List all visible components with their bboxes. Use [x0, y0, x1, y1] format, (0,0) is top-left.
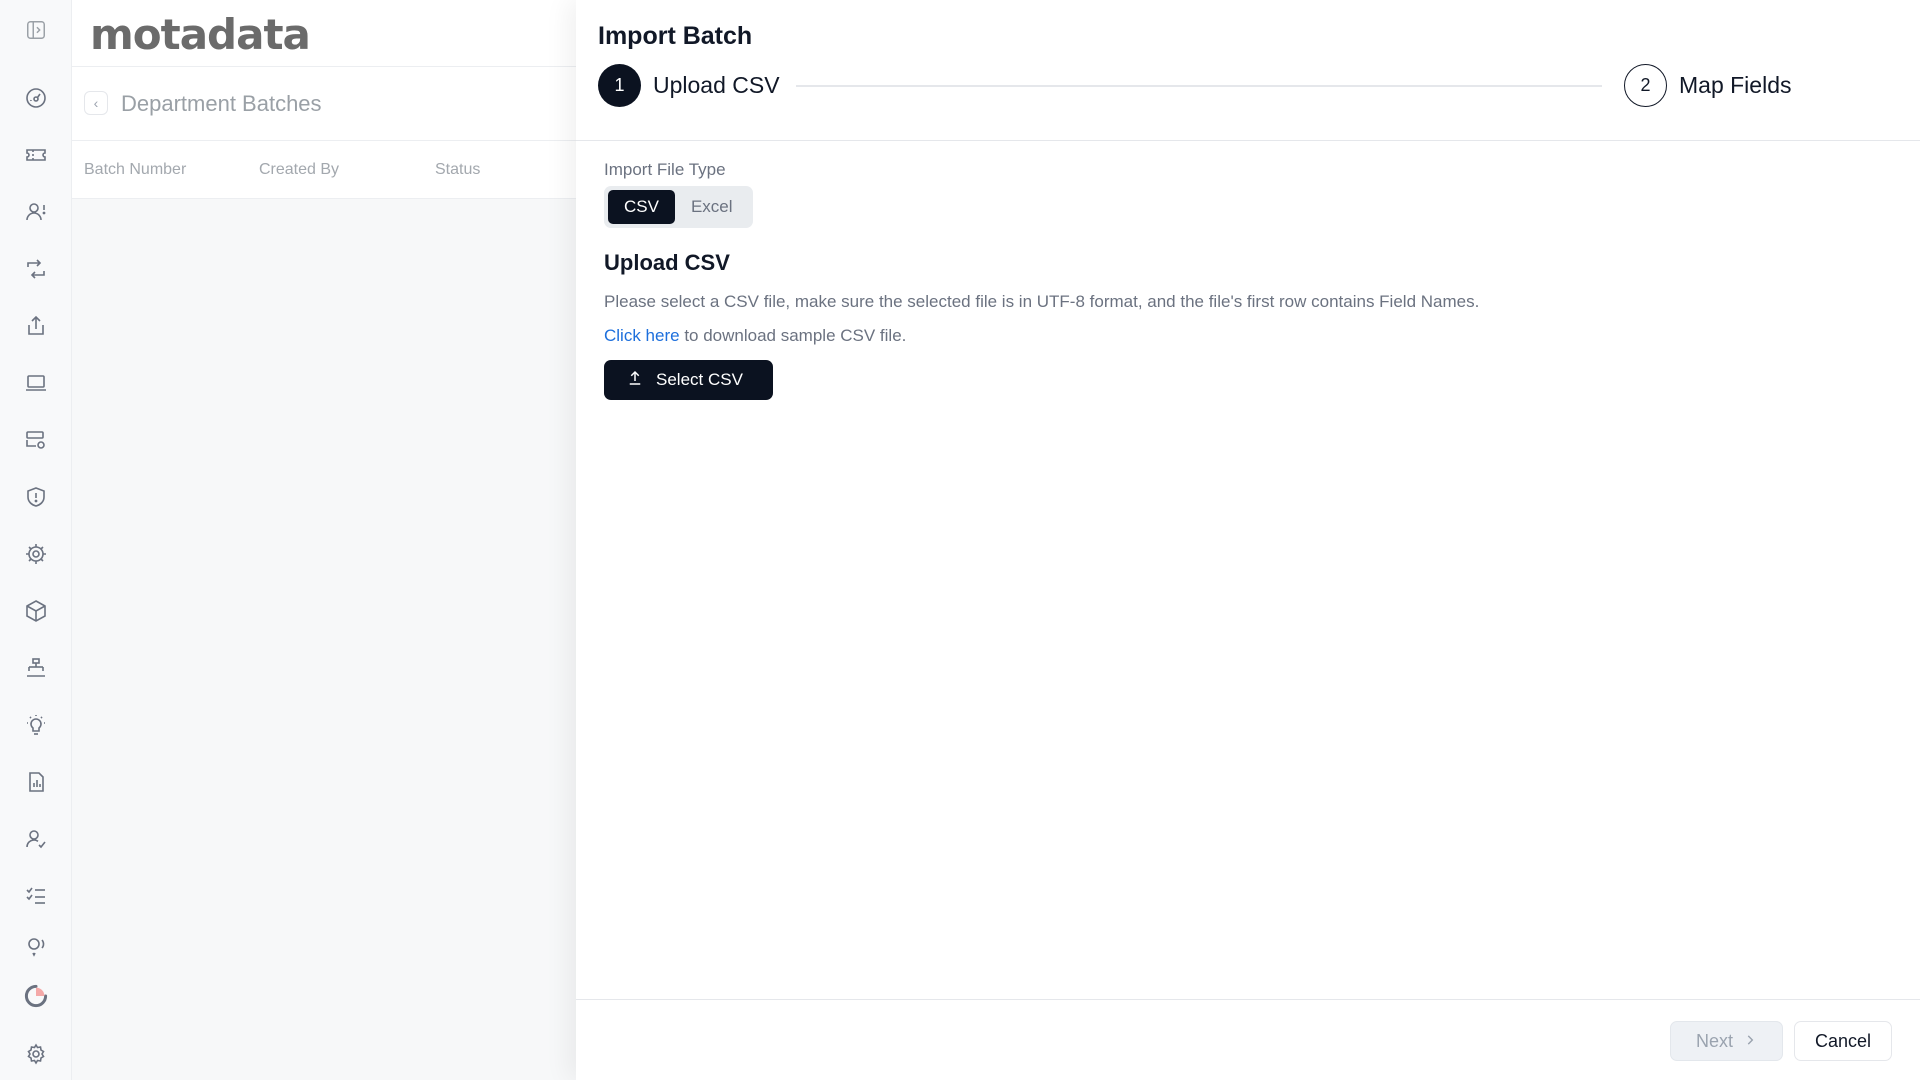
step-upload-csv[interactable]: 1 Upload CSV — [598, 64, 780, 107]
app-root: motadata ‹ Department Batches Batch Numb… — [0, 0, 1920, 1080]
drawer-header: Import Batch 1 Upload CSV 2 Map Fields — [576, 0, 1920, 141]
step-label-map-fields: Map Fields — [1679, 72, 1792, 98]
user-alert-icon[interactable] — [20, 196, 52, 228]
sample-hint-text: to download sample CSV file. — [679, 326, 907, 345]
column-header-created-by[interactable]: Created By — [259, 161, 339, 179]
cancel-button[interactable]: Cancel — [1794, 1021, 1892, 1061]
file-type-excel-option[interactable]: Excel — [675, 190, 749, 224]
chevron-right-icon — [1743, 1031, 1757, 1052]
step-number-2: 2 — [1624, 64, 1667, 107]
server-settings-icon[interactable] — [20, 424, 52, 456]
table-header: Batch Number Created By Status — [72, 141, 576, 199]
next-label: Next — [1695, 1030, 1733, 1051]
sample-download-hint: Click here to download sample CSV file. — [604, 326, 1894, 346]
page-header: ‹ Department Batches — [72, 67, 576, 141]
upload-description: Please select a CSV file, make sure the … — [604, 292, 1480, 311]
user-voice-icon[interactable] — [20, 930, 52, 962]
drawer-title: Import Batch — [598, 22, 753, 50]
step-connector — [796, 85, 1602, 87]
sync-icon[interactable] — [20, 253, 52, 285]
step-number-1: 1 — [598, 64, 641, 107]
drawer-footer: Next Cancel — [576, 999, 1920, 1080]
laptop-icon[interactable] — [20, 367, 52, 399]
file-type-csv-option[interactable]: CSV — [608, 190, 675, 224]
file-type-toggle: CSV Excel — [604, 186, 753, 228]
dashboard-icon[interactable] — [20, 82, 52, 114]
download-sample-link[interactable]: Click here — [604, 326, 680, 345]
ticket-icon[interactable] — [20, 139, 52, 171]
chevron-left-icon: ‹ — [93, 95, 99, 111]
step-label-upload-csv: Upload CSV — [653, 72, 780, 98]
upload-icon — [626, 369, 644, 392]
top-bar: motadata — [72, 0, 576, 67]
left-icon-rail — [0, 0, 72, 1080]
box-icon[interactable] — [20, 595, 52, 627]
app-logo[interactable]: motadata — [90, 10, 311, 59]
gear-cog-icon[interactable] — [20, 538, 52, 570]
lightbulb-icon[interactable] — [20, 709, 52, 741]
loader-icon — [16, 976, 56, 1016]
step-map-fields[interactable]: 2 Map Fields — [1624, 64, 1791, 107]
shield-alert-icon[interactable] — [20, 481, 52, 513]
import-batch-drawer: Import Batch 1 Upload CSV 2 Map Fields I… — [576, 0, 1920, 1080]
background-page: ‹ Department Batches Batch Number Create… — [72, 67, 576, 1080]
back-button[interactable]: ‹ — [84, 91, 108, 115]
import-file-type-label: Import File Type — [604, 160, 726, 179]
hierarchy-icon[interactable] — [20, 652, 52, 684]
column-header-batch-number[interactable]: Batch Number — [84, 161, 186, 179]
page-title: Department Batches — [121, 91, 322, 116]
checklist-icon[interactable] — [20, 880, 52, 912]
drawer-content: Import File Type CSV Excel Upload CSV Pl… — [604, 160, 1894, 400]
share-icon[interactable] — [20, 310, 52, 342]
report-icon[interactable] — [20, 766, 52, 798]
column-header-status[interactable]: Status — [435, 161, 480, 179]
sidebar-toggle-icon[interactable] — [24, 18, 48, 42]
settings-icon[interactable] — [20, 1038, 52, 1070]
select-csv-button[interactable]: Select CSV — [604, 360, 773, 400]
upload-section-title: Upload CSV — [604, 250, 730, 275]
select-csv-label: Select CSV — [656, 370, 743, 389]
next-button[interactable]: Next — [1670, 1021, 1783, 1061]
user-check-icon[interactable] — [20, 823, 52, 855]
